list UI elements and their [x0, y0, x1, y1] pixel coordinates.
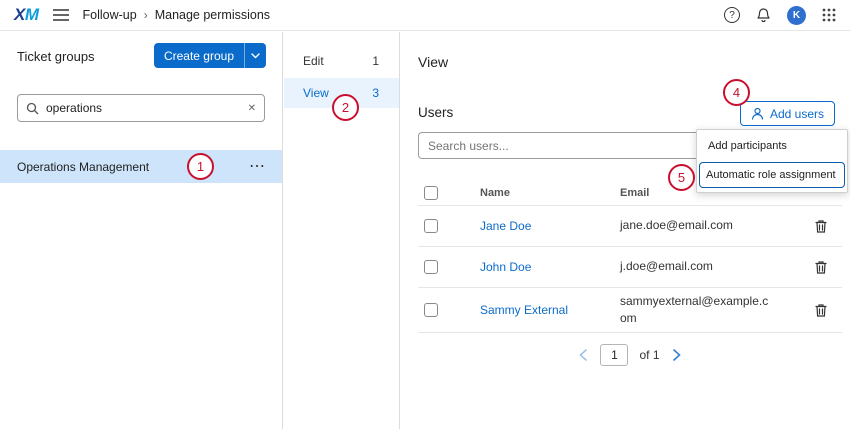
- user-name-link[interactable]: Sammy External: [480, 303, 568, 317]
- add-users-menu: Add participants Automatic role assignme…: [696, 129, 848, 193]
- create-group-split-button: Create group: [154, 43, 266, 68]
- annotation-step-2: 2: [332, 94, 359, 121]
- row-checkbox[interactable]: [424, 219, 438, 233]
- annotation-step-5: 5: [668, 164, 695, 191]
- chevron-left-icon: [579, 349, 587, 361]
- table-row: John Doe j.doe@email.com: [418, 247, 842, 288]
- help-icon: ?: [724, 7, 740, 23]
- add-user-icon: [751, 107, 764, 120]
- group-name-label: Operations Management: [17, 160, 149, 174]
- users-section-title: Users: [418, 105, 453, 120]
- mode-edit-label: Edit: [303, 54, 324, 68]
- ticket-groups-panel: Ticket groups Create group ✕ Operations …: [0, 32, 283, 429]
- topbar-actions: ? K: [724, 6, 836, 25]
- breadcrumb-page: Manage permissions: [155, 8, 270, 22]
- help-button[interactable]: ?: [724, 7, 740, 23]
- group-search-box: ✕: [17, 94, 265, 122]
- logo-letter-m: M: [25, 5, 39, 24]
- breadcrumb: Follow-up › Manage permissions: [83, 8, 271, 22]
- account-button[interactable]: K: [787, 6, 806, 25]
- xm-logo[interactable]: XM: [14, 5, 39, 25]
- apps-grid-button[interactable]: [822, 8, 836, 22]
- breadcrumb-chevron-icon: ›: [144, 8, 148, 22]
- bell-icon: [756, 7, 771, 23]
- mode-edit-count: 1: [372, 54, 379, 68]
- mode-item-edit[interactable]: Edit 1: [284, 46, 399, 76]
- delete-user-button[interactable]: [812, 258, 830, 277]
- trash-icon: [814, 260, 828, 275]
- app-window: XM Follow-up › Manage permissions ? K: [0, 0, 850, 429]
- group-search-input[interactable]: [46, 101, 241, 115]
- trash-icon: [814, 219, 828, 234]
- global-menu-icon[interactable]: [53, 9, 69, 21]
- breadcrumb-section[interactable]: Follow-up: [83, 8, 137, 22]
- user-name-link[interactable]: John Doe: [480, 260, 531, 274]
- user-name-link[interactable]: Jane Doe: [480, 219, 531, 233]
- chevron-right-icon: [673, 349, 681, 361]
- permissions-mode-panel: Edit 1 View 3: [284, 32, 400, 429]
- annotation-step-4: 4: [723, 79, 750, 106]
- create-group-button[interactable]: Create group: [154, 43, 244, 68]
- pagination: of 1: [418, 344, 842, 366]
- view-permissions-panel: View Users Add users Add participants Au…: [401, 32, 850, 429]
- add-users-label: Add users: [770, 107, 824, 121]
- table-row: Sammy External sammyexternal@example.com: [418, 288, 842, 333]
- delete-user-button[interactable]: [812, 301, 830, 320]
- menu-item-add-participants[interactable]: Add participants: [697, 132, 847, 160]
- row-checkbox[interactable]: [424, 303, 438, 317]
- user-email: sammyexternal@example.com: [620, 293, 770, 328]
- group-list-item[interactable]: Operations Management ⋯: [0, 150, 282, 183]
- mode-view-count: 3: [372, 86, 379, 100]
- create-group-dropdown-button[interactable]: [244, 43, 266, 68]
- previous-page-button[interactable]: [577, 347, 589, 363]
- trash-icon: [814, 303, 828, 318]
- notifications-button[interactable]: [756, 7, 771, 23]
- column-header-name: Name: [474, 187, 620, 199]
- panel-title: View: [418, 54, 448, 70]
- page-count-label: of 1: [639, 348, 659, 362]
- logo-letter-x: X: [14, 5, 25, 24]
- mode-view-label: View: [303, 86, 329, 100]
- user-email: j.doe@email.com: [620, 258, 770, 275]
- table-row: Jane Doe jane.doe@email.com: [418, 206, 842, 247]
- annotation-step-1: 1: [187, 153, 214, 180]
- next-page-button[interactable]: [671, 347, 683, 363]
- user-email: jane.doe@email.com: [620, 217, 770, 234]
- ticket-groups-title: Ticket groups: [17, 49, 95, 64]
- users-table: Name Email Jane Doe jane.doe@email.com: [418, 180, 842, 333]
- apps-grid-icon: [822, 8, 836, 22]
- clear-search-icon[interactable]: ✕: [248, 103, 256, 114]
- chevron-down-icon: [251, 53, 260, 59]
- add-users-button[interactable]: Add users: [740, 101, 835, 126]
- search-icon: [26, 102, 39, 115]
- menu-item-automatic-role-assignment[interactable]: Automatic role assignment: [699, 162, 845, 188]
- delete-user-button[interactable]: [812, 217, 830, 236]
- select-all-checkbox[interactable]: [424, 186, 438, 200]
- top-bar: XM Follow-up › Manage permissions ? K: [0, 0, 850, 31]
- page-number-input[interactable]: [600, 344, 628, 366]
- row-checkbox[interactable]: [424, 260, 438, 274]
- avatar: K: [787, 6, 806, 25]
